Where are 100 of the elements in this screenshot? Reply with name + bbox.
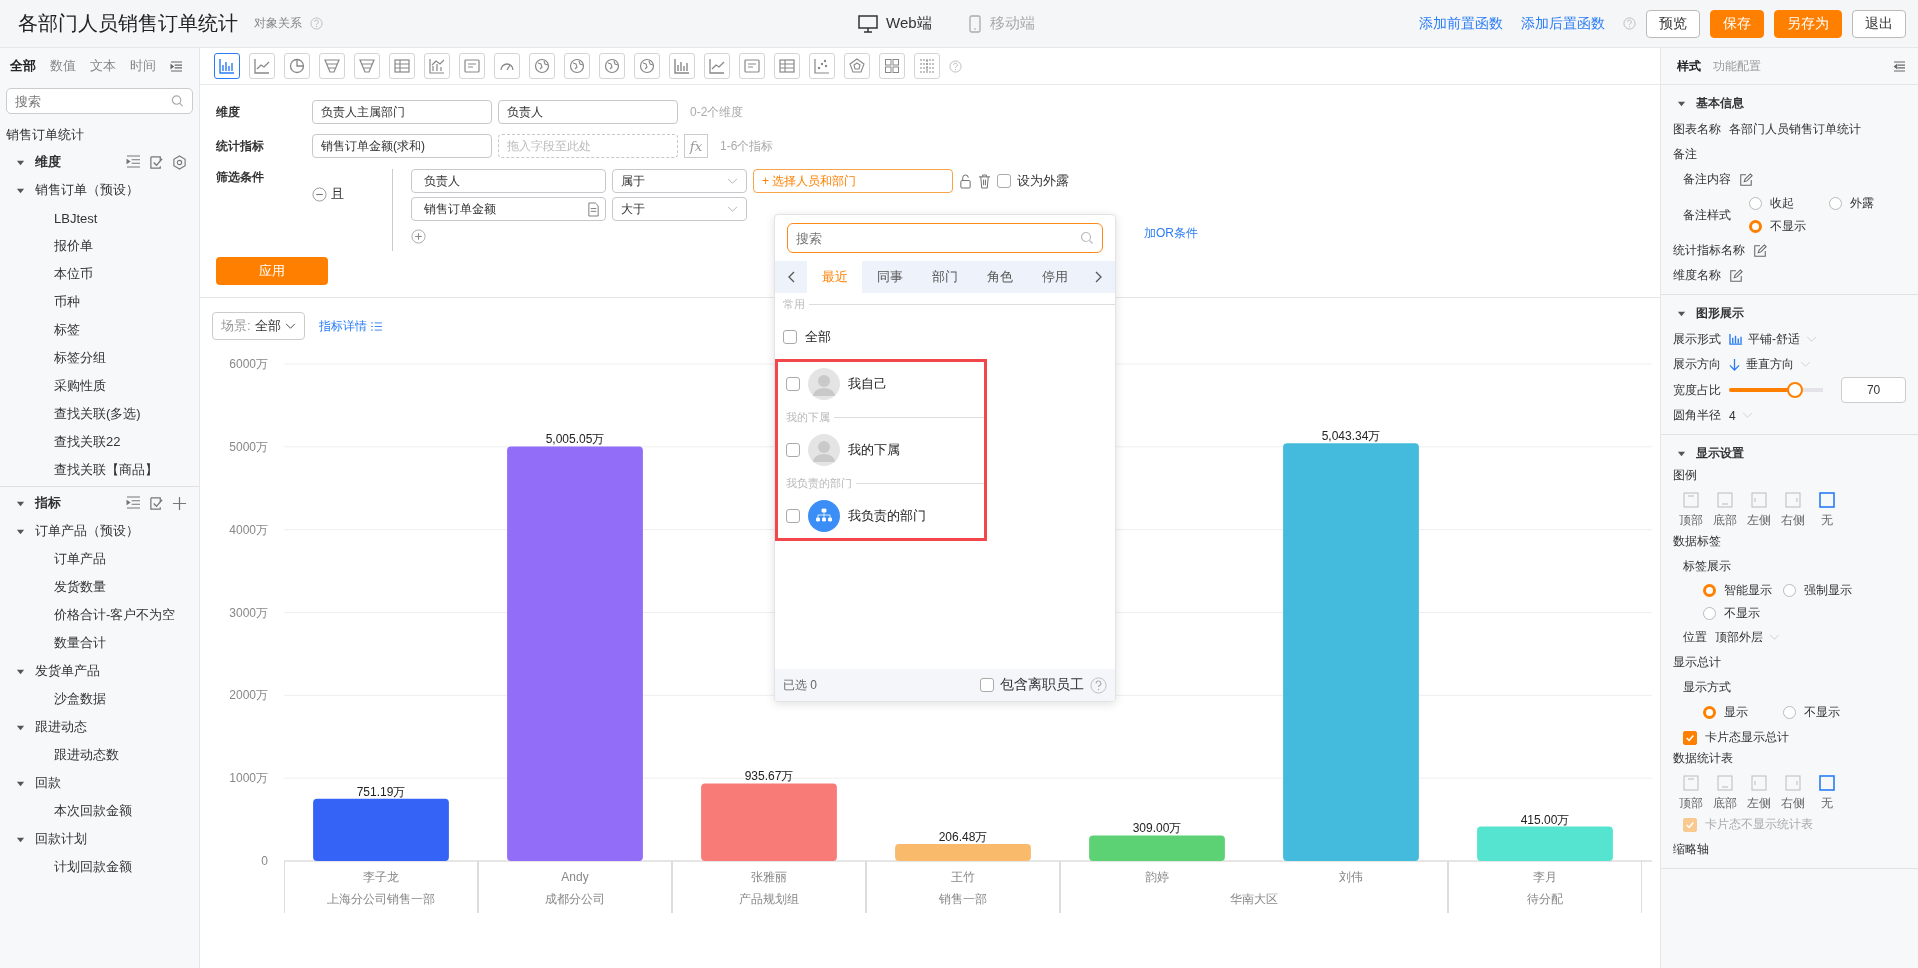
checkbox[interactable] — [786, 509, 800, 523]
position-option[interactable]: 左侧 — [1745, 771, 1773, 812]
section-title[interactable]: 基本信息 — [1696, 94, 1744, 112]
radio-button[interactable] — [1783, 584, 1796, 597]
setting-select[interactable]: 平铺-舒适 — [1729, 331, 1817, 348]
folder-label[interactable]: 回款 — [35, 774, 61, 792]
edit-icon[interactable] — [1753, 243, 1767, 258]
checklist-icon[interactable] — [149, 154, 164, 170]
radio-button[interactable] — [1703, 607, 1716, 620]
radio-button[interactable] — [1749, 220, 1762, 233]
indent-list-icon[interactable] — [126, 154, 141, 168]
plus-circle-icon[interactable] — [411, 228, 426, 244]
group-label[interactable]: 维度 — [35, 153, 61, 171]
field-item[interactable]: 币种 — [6, 288, 193, 316]
section-title[interactable]: 显示设置 — [1696, 444, 1744, 462]
position-option[interactable]: 底部 — [1711, 771, 1739, 812]
checklist-icon[interactable] — [149, 495, 164, 511]
position-option[interactable]: 无 — [1813, 771, 1841, 812]
position-option[interactable]: 无 — [1813, 488, 1841, 529]
field-item[interactable]: 价格合计-客户不为空 — [6, 601, 193, 629]
radio-button[interactable] — [1749, 197, 1762, 210]
picker-tab[interactable]: 部门 — [917, 261, 973, 293]
checkbox[interactable] — [786, 377, 800, 391]
plus-icon[interactable] — [172, 495, 187, 511]
checkbox[interactable] — [1683, 730, 1697, 745]
field-item[interactable]: 本次回款金额 — [6, 797, 193, 825]
field-item[interactable]: 本位币 — [6, 260, 193, 288]
field-item[interactable]: 采购性质 — [6, 372, 193, 400]
checkbox[interactable] — [786, 443, 800, 457]
search-field[interactable]: 搜索 — [787, 223, 1103, 253]
chevron-left-icon[interactable] — [787, 271, 795, 283]
field-item[interactable]: 报价单 — [6, 232, 193, 260]
position-option[interactable]: 顶部 — [1677, 771, 1705, 812]
panel-tab[interactable]: 样式 — [1677, 57, 1701, 75]
field-item[interactable]: 发货数量 — [6, 573, 193, 601]
checkbox[interactable] — [997, 174, 1011, 188]
help-icon[interactable] — [1623, 17, 1636, 30]
field-item[interactable]: 标签分组 — [6, 344, 193, 372]
picker-tab[interactable]: 停用 — [1027, 261, 1083, 293]
search-field[interactable]: 搜索 — [6, 88, 193, 114]
chart-type-button[interactable] — [214, 53, 240, 79]
setting-select[interactable]: 4 — [1729, 408, 1753, 423]
radio-button[interactable] — [1829, 197, 1842, 210]
picker-tab[interactable]: 同事 — [862, 261, 918, 293]
setting-select[interactable]: 垂直方向 — [1729, 356, 1811, 373]
field-type-tab[interactable]: 全部 — [10, 57, 36, 75]
header-button[interactable]: 预览 — [1646, 9, 1700, 38]
position-option[interactable]: 右侧 — [1779, 771, 1807, 812]
platform-tab[interactable]: Web端 — [858, 14, 932, 33]
scene-select[interactable]: 场景: 全部 — [212, 312, 305, 340]
collapse-icon[interactable] — [170, 60, 183, 72]
condition-field[interactable]: 负责人 — [411, 169, 606, 193]
field-type-tab[interactable]: 文本 — [90, 57, 116, 75]
edit-icon[interactable] — [1729, 268, 1743, 283]
minus-circle-icon[interactable] — [312, 186, 327, 202]
field-type-tab[interactable]: 时间 — [130, 57, 156, 75]
folder-label[interactable]: 订单产品（预设） — [35, 522, 139, 540]
radio-button[interactable] — [1783, 706, 1796, 719]
section-title[interactable]: 图形展示 — [1696, 304, 1744, 322]
settings-icon[interactable] — [172, 154, 187, 170]
trash-icon[interactable] — [978, 173, 991, 189]
operator-select[interactable]: 大于 — [612, 197, 747, 221]
condition-field[interactable]: 销售订单金额 — [411, 197, 606, 221]
folder-label[interactable]: 跟进动态 — [35, 718, 87, 736]
field-item[interactable]: 数量合计 — [6, 629, 193, 657]
operator-select[interactable]: 属于 — [612, 169, 747, 193]
field-item[interactable]: 计划回款金额 — [6, 853, 193, 881]
bar[interactable] — [895, 843, 1031, 861]
field-item[interactable]: 跟进动态数 — [6, 741, 193, 769]
help-icon[interactable] — [1090, 676, 1107, 694]
folder-label[interactable]: 销售订单（预设） — [35, 181, 139, 199]
slider-handle[interactable] — [1786, 382, 1803, 398]
function-link[interactable]: 添加前置函数 — [1419, 14, 1503, 33]
folder-label[interactable]: 发货单产品 — [35, 662, 100, 680]
metric-field[interactable]: 销售订单金额(求和) — [312, 134, 492, 158]
dimension-field[interactable]: 负责人 — [498, 100, 678, 124]
field-item[interactable]: LBJtest — [6, 204, 193, 232]
relation-link[interactable]: 对象关系 — [254, 15, 302, 32]
field-item[interactable]: 查找关联【商品】 — [6, 456, 193, 484]
setting-select[interactable]: 顶部外层 — [1715, 629, 1780, 646]
group-label[interactable]: 指标 — [35, 494, 61, 512]
position-option[interactable]: 底部 — [1711, 488, 1739, 529]
dimension-field[interactable]: 负责人主属部门 — [312, 100, 492, 124]
add-or-condition-link[interactable]: 加OR条件 — [1144, 224, 1198, 242]
metric-detail-link[interactable]: 指标详情 — [318, 317, 382, 335]
field-item[interactable]: 标签 — [6, 316, 193, 344]
edit-icon[interactable] — [1739, 172, 1753, 187]
collapse-icon[interactable] — [1893, 60, 1906, 72]
field-item[interactable]: 查找关联22 — [6, 428, 193, 456]
field-item[interactable]: 沙盒数据 — [6, 685, 193, 713]
field-item[interactable]: 订单产品 — [6, 545, 193, 573]
checkbox[interactable] — [980, 678, 994, 692]
position-option[interactable]: 顶部 — [1677, 488, 1705, 529]
checkbox[interactable] — [783, 330, 797, 344]
lock-icon[interactable] — [959, 173, 972, 189]
number-field[interactable]: 70 — [1841, 377, 1906, 403]
radio-button[interactable] — [1703, 584, 1716, 597]
picker-tab[interactable]: 角色 — [972, 261, 1028, 293]
help-icon[interactable] — [310, 17, 323, 30]
field-type-tab[interactable]: 数值 — [50, 57, 76, 75]
